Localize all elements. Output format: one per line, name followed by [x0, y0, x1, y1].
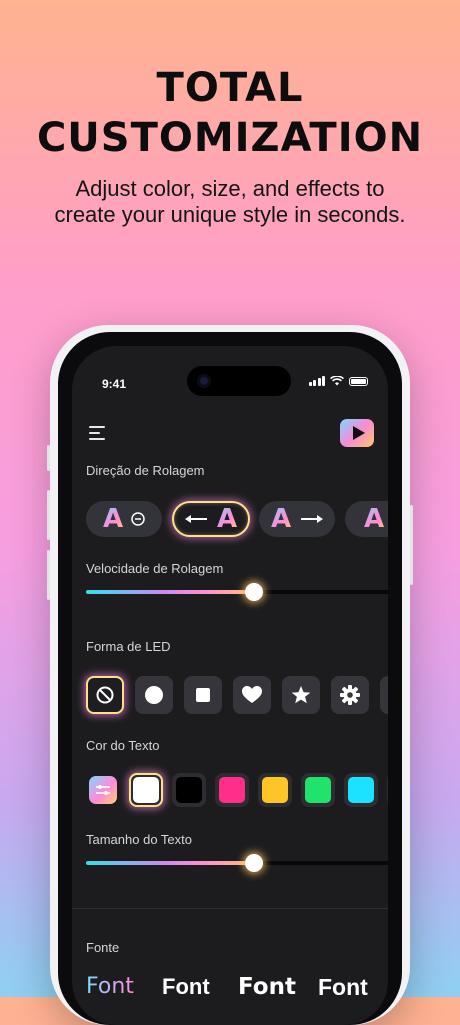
led-shape-spade[interactable]	[380, 676, 388, 714]
font-option-1[interactable]: Font	[86, 974, 134, 999]
arrow-right-icon	[301, 515, 324, 523]
swatch-fill	[348, 777, 374, 803]
direction-letter: A	[102, 504, 124, 534]
direction-letter: A	[270, 504, 292, 534]
color-swatch-pink[interactable]	[215, 773, 249, 807]
hero-title-line-2: CUSTOMIZATION	[36, 115, 424, 161]
cellular-signal-icon	[308, 376, 325, 386]
led-shape-star[interactable]	[282, 676, 320, 714]
text-color-label: Cor do Texto	[86, 738, 160, 753]
hamburger-menu-icon[interactable]	[89, 426, 105, 440]
scroll-direction-label: Direção de Rolagem	[86, 463, 205, 478]
swatch-fill	[305, 777, 331, 803]
swatch-fill	[133, 777, 159, 803]
swatch-fill	[262, 777, 288, 803]
section-divider	[72, 908, 388, 909]
status-icons	[308, 376, 368, 386]
sliders-icon	[96, 785, 110, 795]
hero-subtitle: Adjust color, size, and effects to creat…	[54, 176, 406, 227]
direction-option-left[interactable]: A	[172, 501, 250, 537]
square-icon	[196, 688, 210, 702]
gear-icon	[340, 685, 360, 705]
phone-frame: 9:41 Direção de Rolagem A A A A Velocida…	[47, 325, 413, 1025]
led-shape-heart[interactable]	[233, 676, 271, 714]
scroll-speed-slider[interactable]	[86, 583, 388, 601]
power-button	[410, 505, 413, 585]
volume-down-button	[47, 550, 50, 600]
star-icon	[291, 686, 311, 704]
color-swatch-blue[interactable]	[387, 773, 388, 807]
scroll-speed-label: Velocidade de Rolagem	[86, 561, 224, 576]
camera-icon	[197, 374, 211, 388]
circle-icon	[145, 686, 163, 704]
stop-circle-icon	[131, 512, 145, 526]
volume-up-button	[47, 490, 50, 540]
slider-knob[interactable]	[244, 583, 263, 601]
slider-fill	[86, 861, 254, 865]
battery-icon	[349, 376, 368, 386]
text-size-label: Tamanho do Texto	[86, 832, 192, 847]
hero-title-line-1: TOTAL	[156, 65, 304, 111]
swatch-fill	[219, 777, 245, 803]
arrow-left-icon	[184, 515, 207, 523]
direction-option-stop[interactable]: A	[86, 501, 162, 537]
led-shape-label: Forma de LED	[86, 639, 171, 654]
led-shape-none[interactable]	[86, 676, 124, 714]
color-swatch-yellow[interactable]	[258, 773, 292, 807]
play-icon[interactable]	[340, 419, 374, 447]
app-screen: 9:41 Direção de Rolagem A A A A Velocida…	[72, 346, 388, 1025]
led-shape-square[interactable]	[184, 676, 222, 714]
font-option-2[interactable]: Font	[162, 974, 210, 1000]
mute-switch	[47, 445, 50, 471]
slider-fill	[86, 590, 254, 594]
direction-letter: A	[216, 504, 238, 534]
led-shape-circle[interactable]	[135, 676, 173, 714]
status-time: 9:41	[102, 377, 127, 391]
swatch-fill	[176, 777, 202, 803]
heart-icon	[242, 686, 262, 703]
color-swatch-white[interactable]	[129, 773, 163, 807]
led-shape-gear[interactable]	[331, 676, 369, 714]
color-swatch-green[interactable]	[301, 773, 335, 807]
wifi-icon	[330, 376, 344, 386]
custom-color-button[interactable]	[89, 776, 117, 804]
direction-option-up[interactable]: A	[345, 501, 388, 537]
font-option-3[interactable]: Font	[238, 974, 296, 1000]
no-shape-icon	[96, 686, 114, 704]
dynamic-island	[187, 366, 291, 396]
font-label: Fonte	[86, 940, 120, 955]
color-swatch-cyan[interactable]	[344, 773, 378, 807]
slider-knob[interactable]	[244, 854, 263, 872]
direction-option-right[interactable]: A	[259, 501, 335, 537]
color-swatch-black[interactable]	[172, 773, 206, 807]
text-size-slider[interactable]	[86, 854, 388, 872]
direction-letter: A	[363, 504, 385, 534]
